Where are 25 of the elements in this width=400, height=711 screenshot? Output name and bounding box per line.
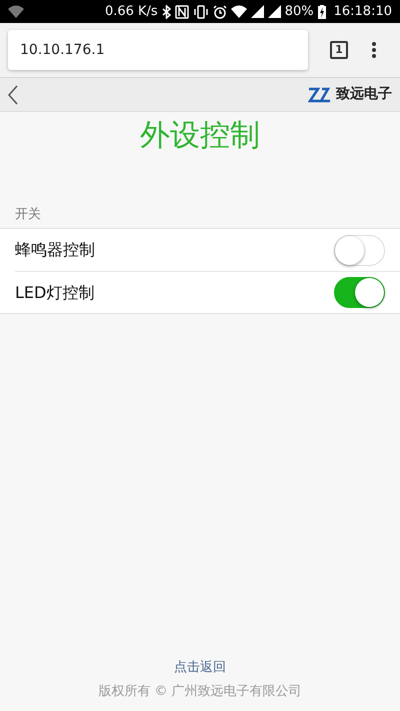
menu-icon[interactable] [372, 42, 376, 58]
brand-name: 致远电子 [336, 85, 392, 104]
bluetooth-icon [162, 4, 171, 18]
network-speed: 0.66 K/s [104, 2, 158, 21]
wifi-icon [230, 5, 247, 18]
back-icon[interactable] [8, 84, 18, 104]
vibrate-icon [192, 4, 209, 18]
tab-count-button[interactable]: 1 [330, 41, 348, 59]
page-title: 外设控制 [139, 117, 261, 155]
wifi-icon [8, 5, 24, 18]
switch-label: LED灯控制 [15, 282, 94, 304]
back-link[interactable]: 点击返回 [174, 658, 226, 678]
signal-icon [268, 5, 281, 18]
battery-charging-icon [318, 4, 326, 18]
signal-icon [250, 5, 264, 18]
battery-level: 80% [284, 2, 314, 21]
address-field[interactable]: 10.10.176.1 [8, 30, 308, 70]
nfc-icon [174, 4, 189, 18]
switch-label: 蜂鸣器控制 [15, 239, 95, 261]
copyright-text: 版权所有 © 广州致远电子有限公司 [98, 682, 302, 700]
alarm-icon [212, 4, 227, 18]
section-label: 开关 [15, 207, 41, 222]
logo-icon [308, 86, 332, 102]
clock: 16:18:10 [334, 2, 392, 21]
toggle-switch[interactable] [334, 277, 385, 308]
